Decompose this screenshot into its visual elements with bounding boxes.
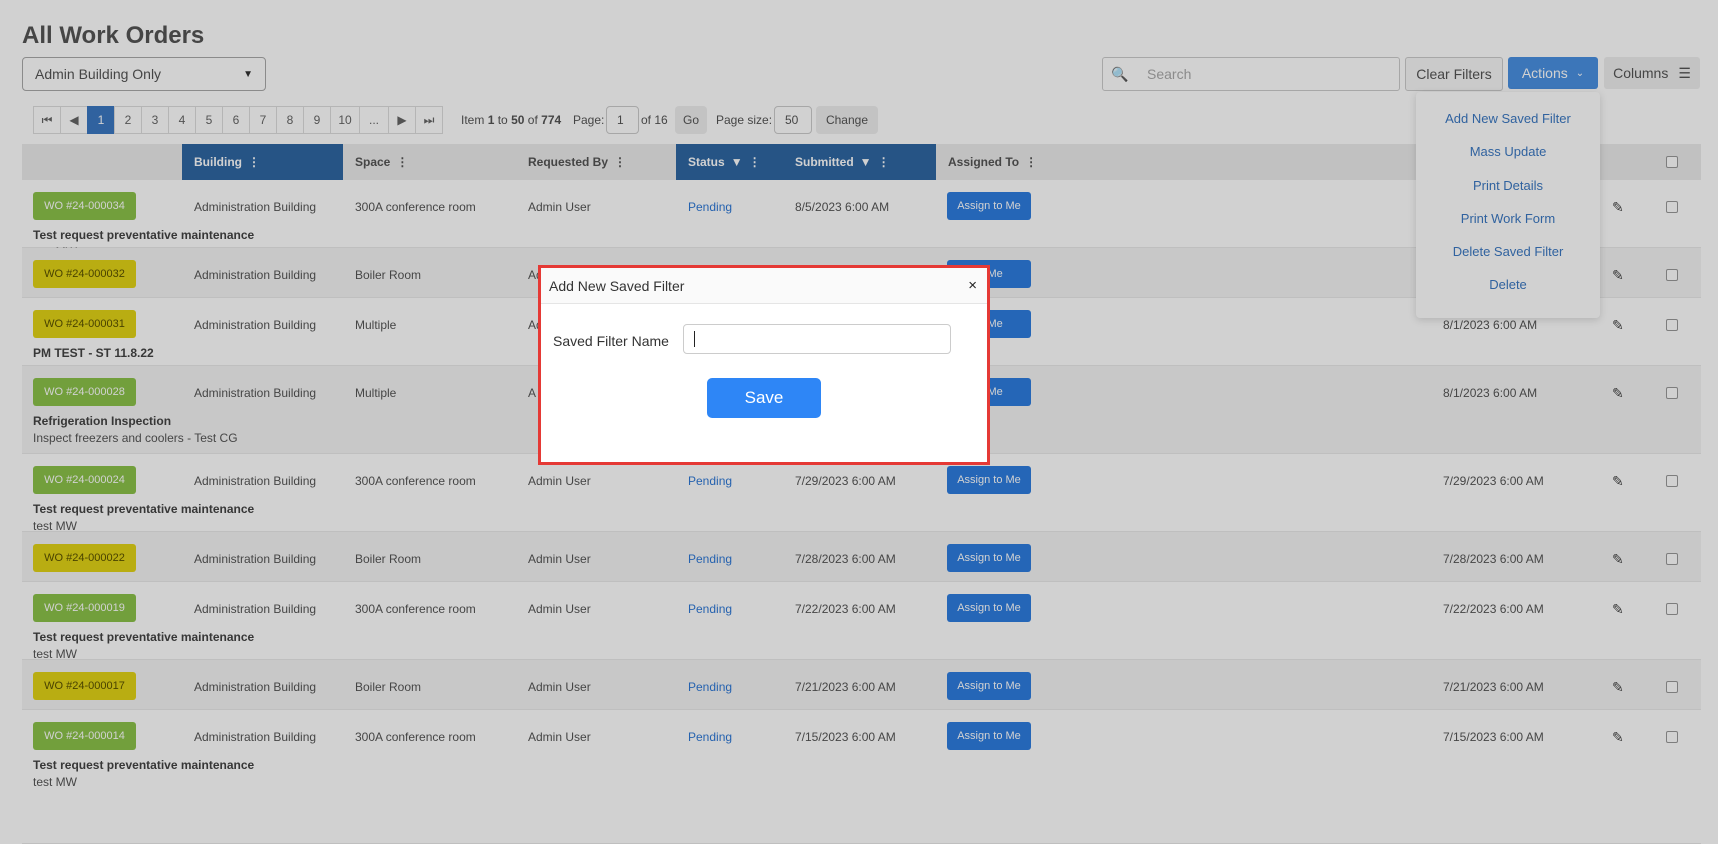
saved-filter-name-label: Saved Filter Name xyxy=(553,333,669,349)
text-cursor xyxy=(694,331,695,347)
close-icon[interactable]: × xyxy=(968,277,977,294)
saved-filter-name-input[interactable] xyxy=(683,324,951,354)
dialog-title: Add New Saved Filter xyxy=(549,277,685,294)
dialog-header: Add New Saved Filter × xyxy=(541,268,987,304)
work-orders-page: All Work Orders Admin Building Only ▼ 🔍 … xyxy=(0,0,1718,844)
add-saved-filter-dialog: Add New Saved Filter × Saved Filter Name… xyxy=(538,265,990,465)
save-button[interactable]: Save xyxy=(707,378,821,418)
